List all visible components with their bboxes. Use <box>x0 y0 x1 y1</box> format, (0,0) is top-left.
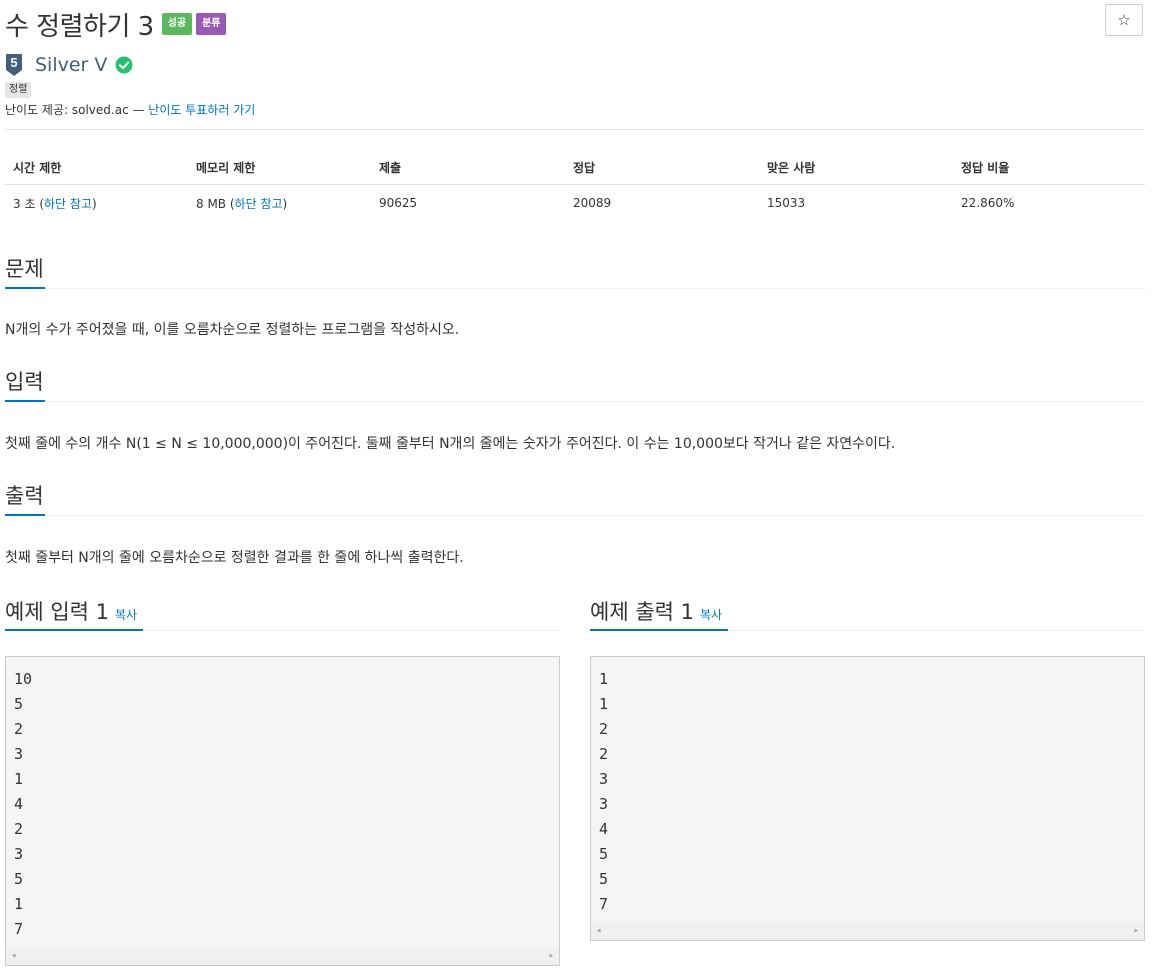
solved-check-icon <box>115 56 133 74</box>
accepted-cell: 20089 <box>573 196 612 210</box>
input-description: 첫째 줄에 수의 개수 N(1 ≤ N ≤ 10,000,000)이 주어진다.… <box>5 436 896 452</box>
time-note-link[interactable]: 하단 참고 <box>44 197 92 211</box>
section-underline <box>5 400 45 402</box>
divider <box>5 129 1145 130</box>
sample-line: 1 <box>14 895 24 913</box>
sample-line: 3 <box>14 745 24 763</box>
section-divider <box>45 401 1145 402</box>
output-section-title: 출력 <box>5 484 44 508</box>
tier-name[interactable]: Silver V <box>35 54 107 76</box>
category-badge[interactable]: 분류 <box>196 13 227 35</box>
solvers-cell: 15033 <box>767 196 806 210</box>
sample-input-box[interactable]: 10 5 2 3 1 4 2 3 5 1 7 ◂ ▸ <box>5 656 560 966</box>
table-header-row: 시간 제한 메모리 제한 제출 정답 맞은 사람 정답 비율 <box>5 150 1145 185</box>
problem-info-table: 시간 제한 메모리 제한 제출 정답 맞은 사람 정답 비율 3 초 (하단 참… <box>5 150 1145 221</box>
sample-line: 1 <box>599 670 609 688</box>
scroll-left-icon[interactable]: ◂ <box>596 926 601 936</box>
sample-line: 3 <box>599 770 609 788</box>
horizontal-scrollbar[interactable]: ◂ ▸ <box>591 923 1144 940</box>
horizontal-scrollbar[interactable]: ◂ ▸ <box>6 948 559 965</box>
col-accepted: 정답 <box>565 150 759 185</box>
favorite-star-button[interactable]: ☆ <box>1105 4 1143 36</box>
algorithm-tag[interactable]: 정렬 <box>5 82 32 98</box>
col-time-limit: 시간 제한 <box>5 150 188 185</box>
sample-line: 7 <box>14 920 24 938</box>
section-underline <box>5 629 143 631</box>
silver-tier-icon: 5 <box>6 54 22 76</box>
sample-line: 5 <box>14 870 24 888</box>
problem-header: 수 정렬하기 3 성공 분류 <box>5 4 227 44</box>
section-divider <box>45 515 1145 516</box>
copy-input-button[interactable]: 복사 <box>115 608 137 622</box>
section-underline <box>5 514 45 516</box>
memory-note-link[interactable]: 하단 참고 <box>235 197 283 211</box>
tier-row: 5 Silver V <box>5 52 133 78</box>
sample-line: 1 <box>14 770 24 788</box>
scroll-right-icon[interactable]: ▸ <box>1134 926 1139 936</box>
scroll-right-icon[interactable]: ▸ <box>549 951 554 961</box>
sample-line: 5 <box>599 845 609 863</box>
section-divider <box>45 288 1145 289</box>
problem-description: N개의 수가 주어졌을 때, 이를 오름차순으로 정렬하는 프로그램을 작성하시… <box>5 322 460 338</box>
sample-line: 4 <box>14 795 24 813</box>
status-badge-success[interactable]: 성공 <box>161 13 193 35</box>
sample-line: 3 <box>599 795 609 813</box>
submissions-cell: 90625 <box>379 196 418 210</box>
sample-output-title: 예제 출력 1 복사 <box>590 600 723 624</box>
difficulty-prefix: 난이도 제공: solved.ac — <box>5 103 149 117</box>
sample-input-lines: 10 5 2 3 1 4 2 3 5 1 7 <box>6 667 559 942</box>
problem-section-title: 문제 <box>5 257 44 281</box>
sample-line: 3 <box>14 845 24 863</box>
section-underline <box>590 629 728 631</box>
col-submissions: 제출 <box>371 150 565 185</box>
section-divider <box>143 630 560 631</box>
sample-output-box[interactable]: 1 1 2 2 3 3 4 5 5 7 ◂ ▸ <box>590 656 1145 941</box>
sample-line: 5 <box>599 870 609 888</box>
output-description: 첫째 줄부터 N개의 줄에 오름차순으로 정렬한 결과를 한 줄에 하나씩 출력… <box>5 550 464 566</box>
sample-line: 10 <box>14 670 33 688</box>
col-solvers: 맞은 사람 <box>759 150 953 185</box>
difficulty-provider: 난이도 제공: solved.ac — 난이도 투표하러 가기 <box>5 101 255 118</box>
sample-line: 4 <box>599 820 609 838</box>
sample-line: 7 <box>599 895 609 913</box>
sample-line: 5 <box>14 695 24 713</box>
time-limit-cell: 3 초 (하단 참고) <box>13 196 97 211</box>
difficulty-vote-link[interactable]: 난이도 투표하러 가기 <box>148 103 255 117</box>
page-title: 수 정렬하기 3 <box>5 11 154 42</box>
sample-line: 2 <box>599 745 609 763</box>
ratio-cell: 22.860% <box>961 196 1015 210</box>
col-ratio: 정답 비율 <box>953 150 1145 185</box>
sample-line: 2 <box>14 820 24 838</box>
tier-level: 5 <box>10 55 17 70</box>
table-row: 3 초 (하단 참고) 8 MB (하단 참고) 90625 20089 150… <box>5 185 1145 222</box>
sample-input-title: 예제 입력 1 복사 <box>5 600 138 624</box>
sample-line: 2 <box>599 720 609 738</box>
sample-output-lines: 1 1 2 2 3 3 4 5 5 7 <box>591 667 1144 917</box>
input-section-title: 입력 <box>5 370 44 394</box>
memory-limit-cell: 8 MB (하단 참고) <box>196 196 288 211</box>
copy-output-button[interactable]: 복사 <box>700 608 722 622</box>
col-memory-limit: 메모리 제한 <box>188 150 371 185</box>
sample-line: 1 <box>599 695 609 713</box>
scroll-left-icon[interactable]: ◂ <box>11 951 16 961</box>
section-underline <box>5 287 45 289</box>
sample-line: 2 <box>14 720 24 738</box>
section-divider <box>728 630 1145 631</box>
